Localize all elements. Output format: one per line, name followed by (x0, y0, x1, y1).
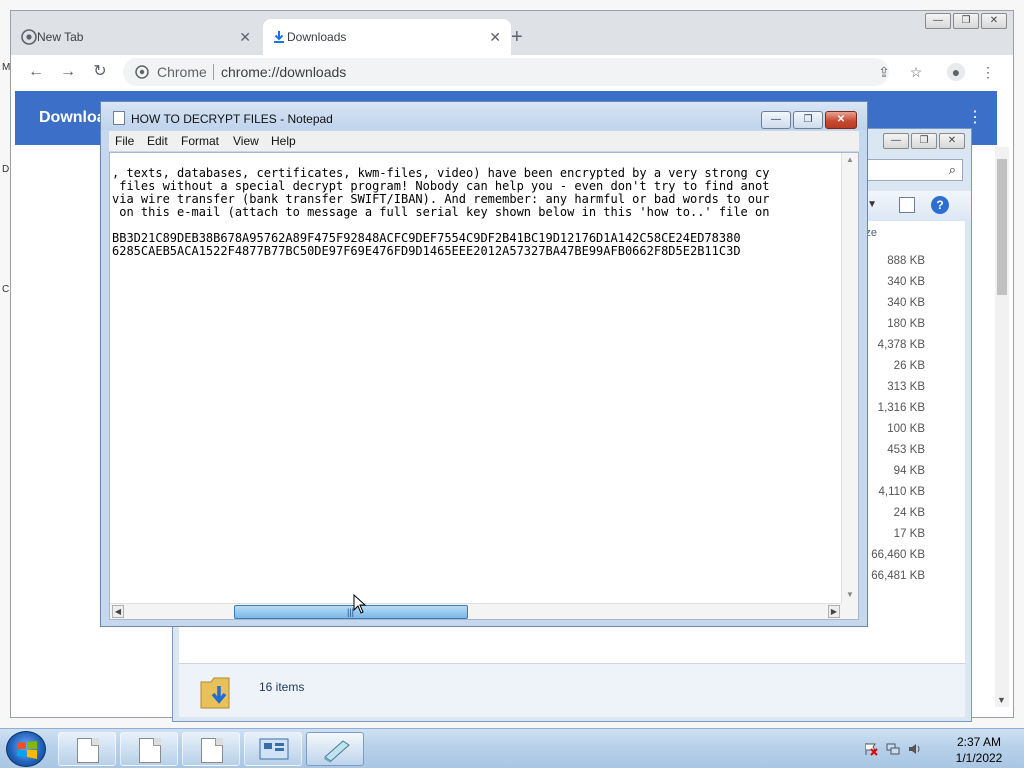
window-title: HOW TO DECRYPT FILES - Notepad (131, 112, 333, 126)
taskbar-item-control-panel[interactable] (244, 732, 302, 766)
menu-file[interactable]: File (115, 134, 134, 148)
search-icon: ⌕ (948, 162, 956, 177)
minimize-button[interactable]: — (883, 133, 909, 149)
chevron-down-icon[interactable]: ▼ (867, 199, 877, 210)
back-arrow-icon[interactable]: ← (27, 63, 45, 81)
clock-time: 2:37 AM (956, 735, 1002, 749)
address-bar[interactable]: Chrome chrome://downloads (123, 58, 889, 86)
url-text[interactable]: chrome://downloads (221, 64, 346, 80)
close-icon[interactable]: ✕ (239, 19, 251, 55)
explorer-caption-buttons: — ❐ ✕ (883, 133, 965, 149)
scroll-right-icon[interactable]: ▶ (828, 605, 840, 618)
browser-toolbar: ← → ↻ Chrome chrome://downloads ⇪ ☆ ● ⋮ (11, 55, 1013, 89)
chrome-icon (135, 65, 149, 79)
maximize-button[interactable]: ❐ (911, 133, 937, 149)
tab-label: Downloads (287, 30, 347, 44)
scrollbar-thumb[interactable] (997, 159, 1007, 295)
chrome-icon (21, 29, 37, 45)
tab-label: New Tab (37, 30, 84, 44)
taskbar-item-notepad[interactable] (306, 732, 364, 766)
close-button[interactable]: ✕ (825, 111, 857, 129)
system-tray (864, 739, 934, 759)
network-icon[interactable] (886, 742, 900, 756)
scroll-left-icon[interactable]: ◀ (112, 605, 124, 618)
menu-help[interactable]: Help (271, 134, 296, 148)
menu-format[interactable]: Format (181, 134, 219, 148)
taskbar: 2:37 AM 1/1/2022 (0, 728, 1024, 768)
search-input[interactable]: ⌕ (863, 159, 963, 181)
windows-logo-icon (17, 741, 37, 759)
scroll-up-icon[interactable]: ▲ (846, 155, 854, 164)
mouse-pointer-icon (353, 594, 367, 614)
omnibox-divider (213, 64, 214, 80)
tab-new-tab[interactable]: New Tab ✕ (13, 19, 261, 55)
item-count: 16 items (259, 680, 305, 694)
text-editor[interactable]: , texts, databases, certificates, kwm-fi… (109, 152, 859, 620)
scroll-down-icon[interactable]: ▼ (997, 695, 1006, 705)
system-clock[interactable]: 2:37 AM 1/1/2022 (944, 734, 1014, 766)
desktop-icon-label: C (2, 284, 10, 295)
chrome-menu-icon[interactable]: ⋮ (979, 63, 997, 81)
page-scrollbar[interactable]: ▼ (995, 147, 1009, 707)
taskbar-item-document[interactable] (58, 732, 116, 766)
more-menu-icon[interactable]: ⋮ (967, 107, 983, 127)
minimize-button[interactable]: — (761, 111, 791, 129)
download-icon (274, 31, 284, 43)
start-button[interactable] (6, 731, 46, 767)
notepad-icon (113, 111, 125, 125)
size-grip[interactable] (841, 603, 858, 619)
horizontal-scrollbar[interactable]: ◀ ||| ▶ (110, 603, 842, 619)
taskbar-item-document[interactable] (120, 732, 178, 766)
preview-pane-icon[interactable] (899, 197, 915, 213)
desktop-icon-label: D (2, 164, 10, 175)
scrollbar-thumb[interactable]: ||| (234, 605, 468, 619)
share-icon[interactable]: ⇪ (875, 63, 893, 81)
ransom-note-text[interactable]: , texts, databases, certificates, kwm-fi… (112, 167, 842, 607)
menu-view[interactable]: View (233, 134, 259, 148)
volume-icon[interactable] (908, 742, 922, 756)
action-center-flag-icon[interactable] (864, 742, 878, 756)
document-icon (201, 738, 223, 763)
details-pane: 16 items (179, 663, 965, 717)
menu-edit[interactable]: Edit (147, 134, 168, 148)
page-title: Downloa (39, 109, 106, 126)
notepad-titlebar[interactable]: HOW TO DECRYPT FILES - Notepad — ❐ ✕ (101, 102, 867, 130)
forward-arrow-icon[interactable]: → (59, 63, 77, 81)
help-icon[interactable]: ? (931, 196, 949, 214)
profile-avatar-icon[interactable]: ● (947, 63, 965, 81)
vertical-scrollbar[interactable]: ▲ ▼ (841, 153, 858, 603)
maximize-button[interactable]: ❐ (793, 111, 823, 129)
menu-bar: File Edit Format View Help (109, 131, 859, 151)
reload-icon[interactable]: ↻ (91, 63, 109, 81)
new-tab-button[interactable]: + (511, 27, 523, 47)
clock-date: 1/1/2022 (955, 751, 1003, 765)
document-icon (77, 738, 99, 763)
taskbar-item-document[interactable] (182, 732, 240, 766)
tab-downloads[interactable]: Downloads ✕ (263, 19, 511, 55)
site-name: Chrome (157, 64, 207, 80)
bookmark-star-icon[interactable]: ☆ (907, 63, 925, 81)
downloads-folder-icon (200, 677, 230, 709)
scroll-down-icon[interactable]: ▼ (846, 590, 854, 599)
close-button[interactable]: ✕ (939, 133, 965, 149)
tab-strip: New Tab ✕ Downloads ✕ + (11, 19, 1013, 55)
control-panel-icon (259, 738, 289, 760)
notepad-icon (324, 740, 350, 763)
text-line: on this e-mail (attach to message a full… (112, 205, 770, 219)
document-icon (139, 738, 161, 763)
notepad-window: HOW TO DECRYPT FILES - Notepad — ❐ ✕ Fil… (100, 101, 868, 627)
close-icon[interactable]: ✕ (489, 19, 501, 55)
text-line: 6285CAEB5ACA1522F4877B77BC50DE97F69E476F… (112, 244, 741, 258)
